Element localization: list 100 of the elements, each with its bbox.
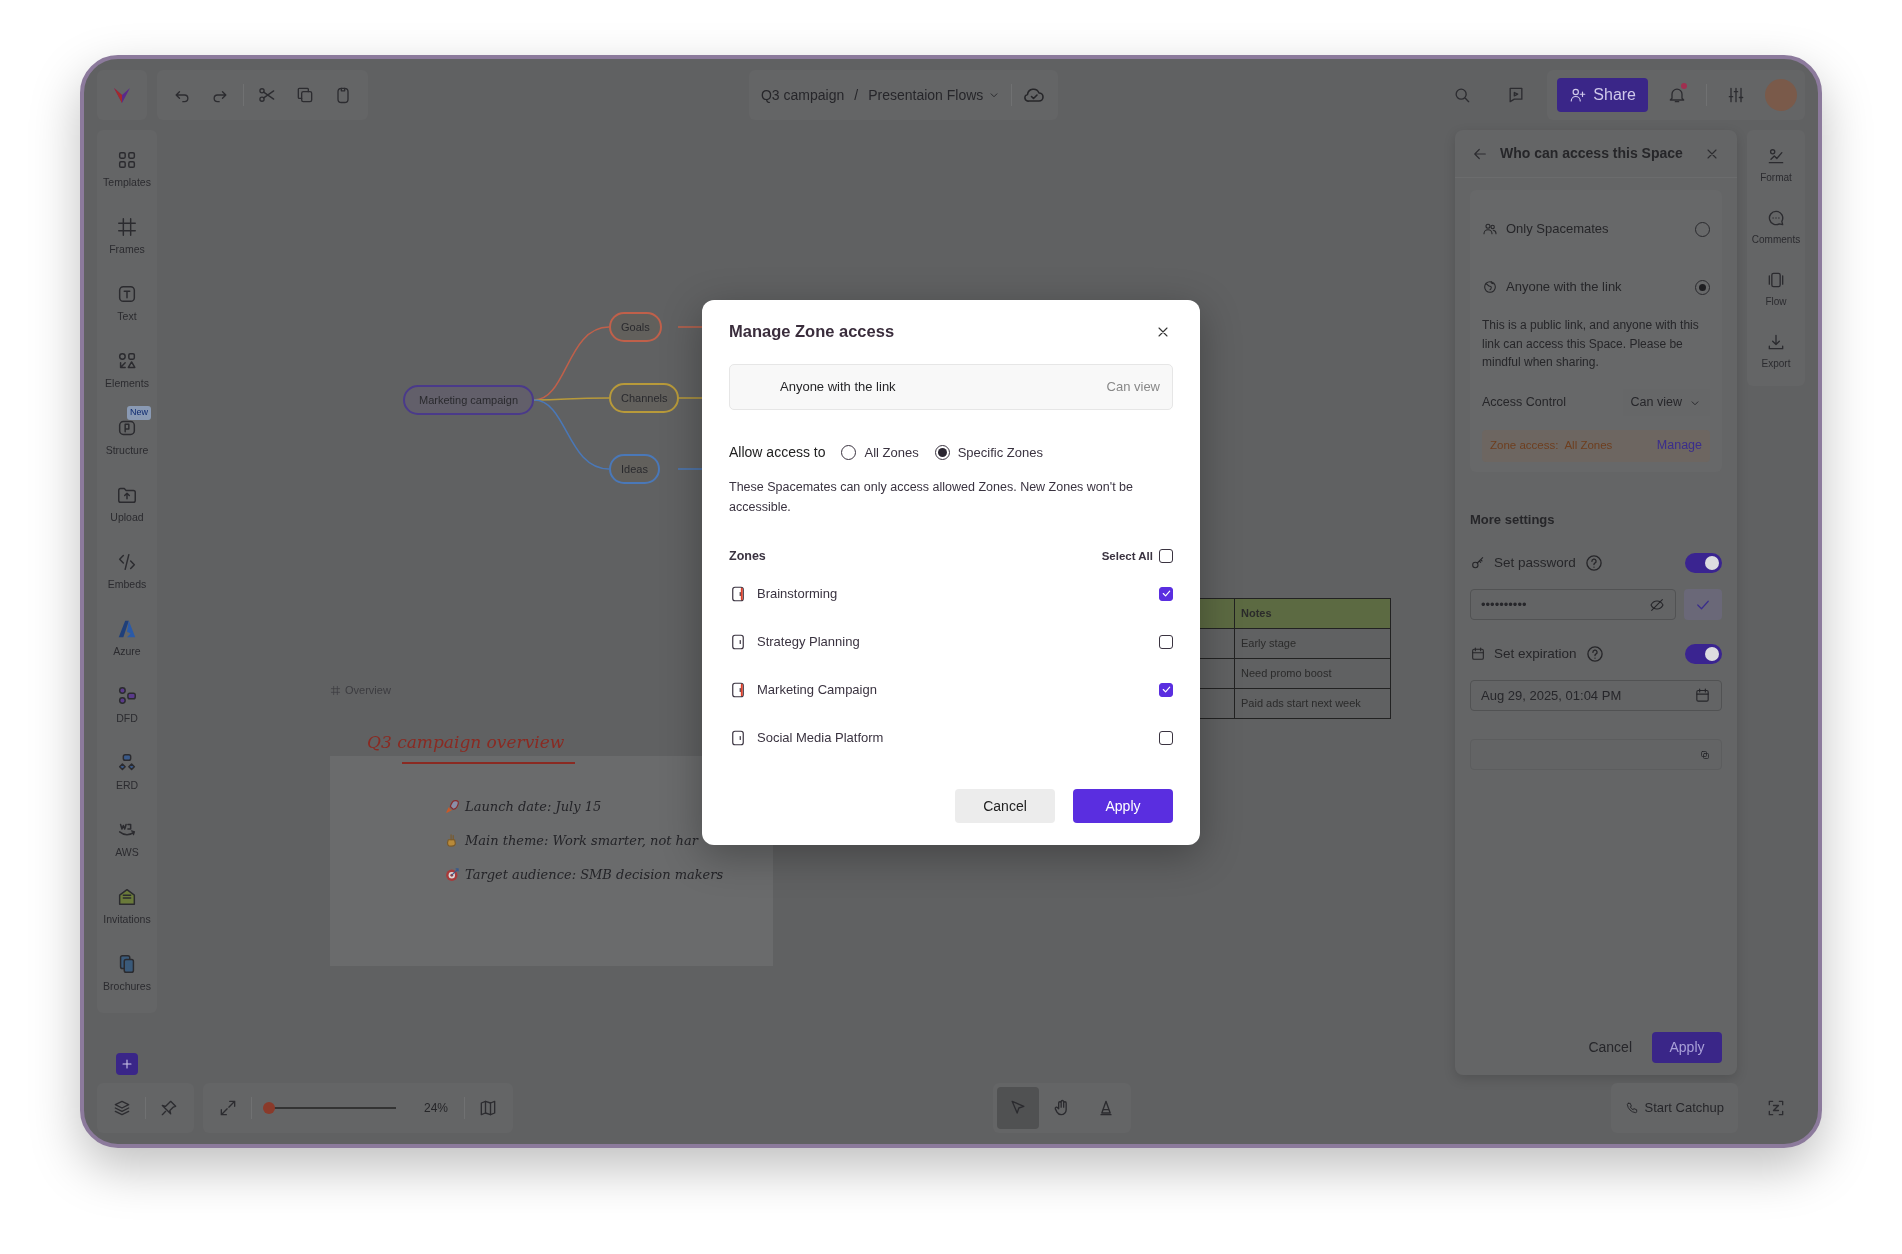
diagram-icon [116,684,138,707]
help-icon [1583,553,1604,574]
sidebar-label: Brochures [103,978,151,994]
toolbar-item[interactable]: Format [1747,134,1805,196]
checkbox[interactable] [1159,730,1173,745]
people-icon [1482,221,1498,237]
sidebar-label: Text [117,308,137,324]
sidebar-label: Upload [110,509,144,525]
option-label: Only Spacemates [1506,220,1609,239]
toggle-switch[interactable] [1685,644,1722,665]
door-icon [729,632,747,651]
sidebar-label: ERD [115,777,139,793]
toolbar-item[interactable]: Flow [1747,258,1805,320]
table-header-cell: Notes [1234,598,1391,629]
sidebar-item[interactable]: Frames [97,203,157,270]
sidebar-item[interactable]: Elements [97,337,157,404]
sidebar-item[interactable]: Brochures [97,940,157,1007]
frame-icon [116,215,138,238]
zone-name: Marketing Campaign [757,681,877,699]
date-value: Aug 29, 2025, 01:04 PM [1481,687,1623,706]
zone-name: Strategy Planning [757,633,860,651]
start-catchup-button[interactable]: Start Catchup [1610,1082,1738,1133]
toggle-switch[interactable] [1685,553,1722,574]
section-heading: More settings [1470,510,1556,529]
sidebar-item[interactable]: Invitations [97,873,157,940]
sidebar-item[interactable]: Upload [97,471,157,538]
manage-link[interactable]: Manage [1656,436,1702,456]
setting-label: Set expiration [1494,645,1577,664]
sidebar-label: Templates [103,174,151,190]
password-field[interactable]: •••••••••• [1470,589,1676,621]
allow-access-label: Allow access to [729,443,826,462]
note-line: Target audience: SMB decision makers [465,866,724,884]
toolbar-item[interactable]: Export [1747,320,1805,382]
note-line: Launch date: July 15 [465,798,602,816]
sliders-icon [1726,85,1746,105]
person-plus-icon [1569,86,1588,104]
toolbar-label: Flow [1765,294,1787,309]
password-value: •••••••••• [1481,596,1528,615]
phone-icon [1624,1100,1639,1115]
sidebar-label: DFD [116,710,138,726]
cancel-button[interactable]: Cancel [1582,1036,1638,1059]
mind-map-node: Marketing campaign [403,385,534,415]
audience-label: Anyone with the link [780,378,896,397]
confirm-button[interactable] [1684,589,1722,621]
sidebar-item[interactable]: Embeds [97,538,157,605]
calendar-icon [1694,687,1711,705]
mind-map-node: Channels [609,383,680,413]
zones-heading: Zones [729,548,766,565]
copy-icon [1699,748,1711,761]
note-title: Q3 campaign overview [367,731,565,754]
info-text: These Spacemates can only access allowed Zones. New Zones won't be accessible. [729,479,1134,516]
share-button[interactable]: Share [1557,78,1648,112]
breadcrumb-separator: / [854,85,859,105]
description-text: This is a public link, and anyone with this link can access this Space. Please be mindful when sharing. [1482,317,1700,372]
copy-icon [295,85,315,105]
link-field[interactable] [1470,739,1722,771]
access-control-label: Access Control [1482,394,1567,412]
calendar-icon [1470,646,1486,663]
zone-access-label: Zone access: [1490,438,1559,454]
rocket-icon [444,798,461,816]
breadcrumb-item[interactable]: Q3 campaign [761,84,845,106]
cancel-button[interactable]: Cancel [955,789,1055,823]
panel-title: Who can access this Space [1500,144,1683,163]
breadcrumb-item[interactable]: Presentaion Flows [868,84,1002,106]
permission-label: Can view [1106,378,1160,397]
apply-button[interactable]: Apply [1073,789,1173,823]
mind-map-node: Goals [609,312,662,342]
sidebar-label: Invitations [103,911,151,927]
add-button[interactable] [116,1053,138,1075]
new-badge: New [127,406,151,420]
sidebar-item[interactable]: Text [97,270,157,337]
dialog-title: Manage Zone access [729,322,895,342]
checkbox[interactable] [1159,586,1173,601]
pointer-tool[interactable] [996,1086,1039,1129]
setting-label: Set password [1494,554,1576,573]
sidebar-item[interactable]: ERD [97,739,157,806]
radio-option[interactable]: Specific Zones [934,442,1043,463]
checkbox[interactable] [1159,634,1173,649]
mind-map-node: Ideas [609,454,660,484]
option-label: Anyone with the link [1506,278,1622,297]
radio-option[interactable]: All Zones [841,442,919,463]
select-all-checkbox[interactable]: Select All [1101,547,1173,565]
slider-thumb[interactable] [262,1101,275,1114]
cut-icon [257,85,277,105]
sidebar-item[interactable]: Templates [97,136,157,203]
zoom-reading: 24% [424,1099,449,1117]
checkbox[interactable] [1159,682,1173,697]
sidebar-item[interactable]: Azure [97,605,157,672]
frame-icon [330,684,341,696]
sidebar-item[interactable]: AWS [97,806,157,873]
sidebar-label: Frames [109,241,145,257]
sidebar-label: Elements [105,375,149,391]
zone-name: Brainstorming [757,585,838,603]
help-icon [1584,644,1605,665]
apply-button[interactable]: Apply [1652,1032,1722,1063]
toolbar-label: Export [1761,356,1791,371]
sidebar-item[interactable]: DFD [97,672,157,739]
date-field[interactable]: Aug 29, 2025, 01:04 PM [1470,680,1722,712]
sidebar-item[interactable]: New Structure [97,404,157,471]
target-icon [444,866,461,884]
